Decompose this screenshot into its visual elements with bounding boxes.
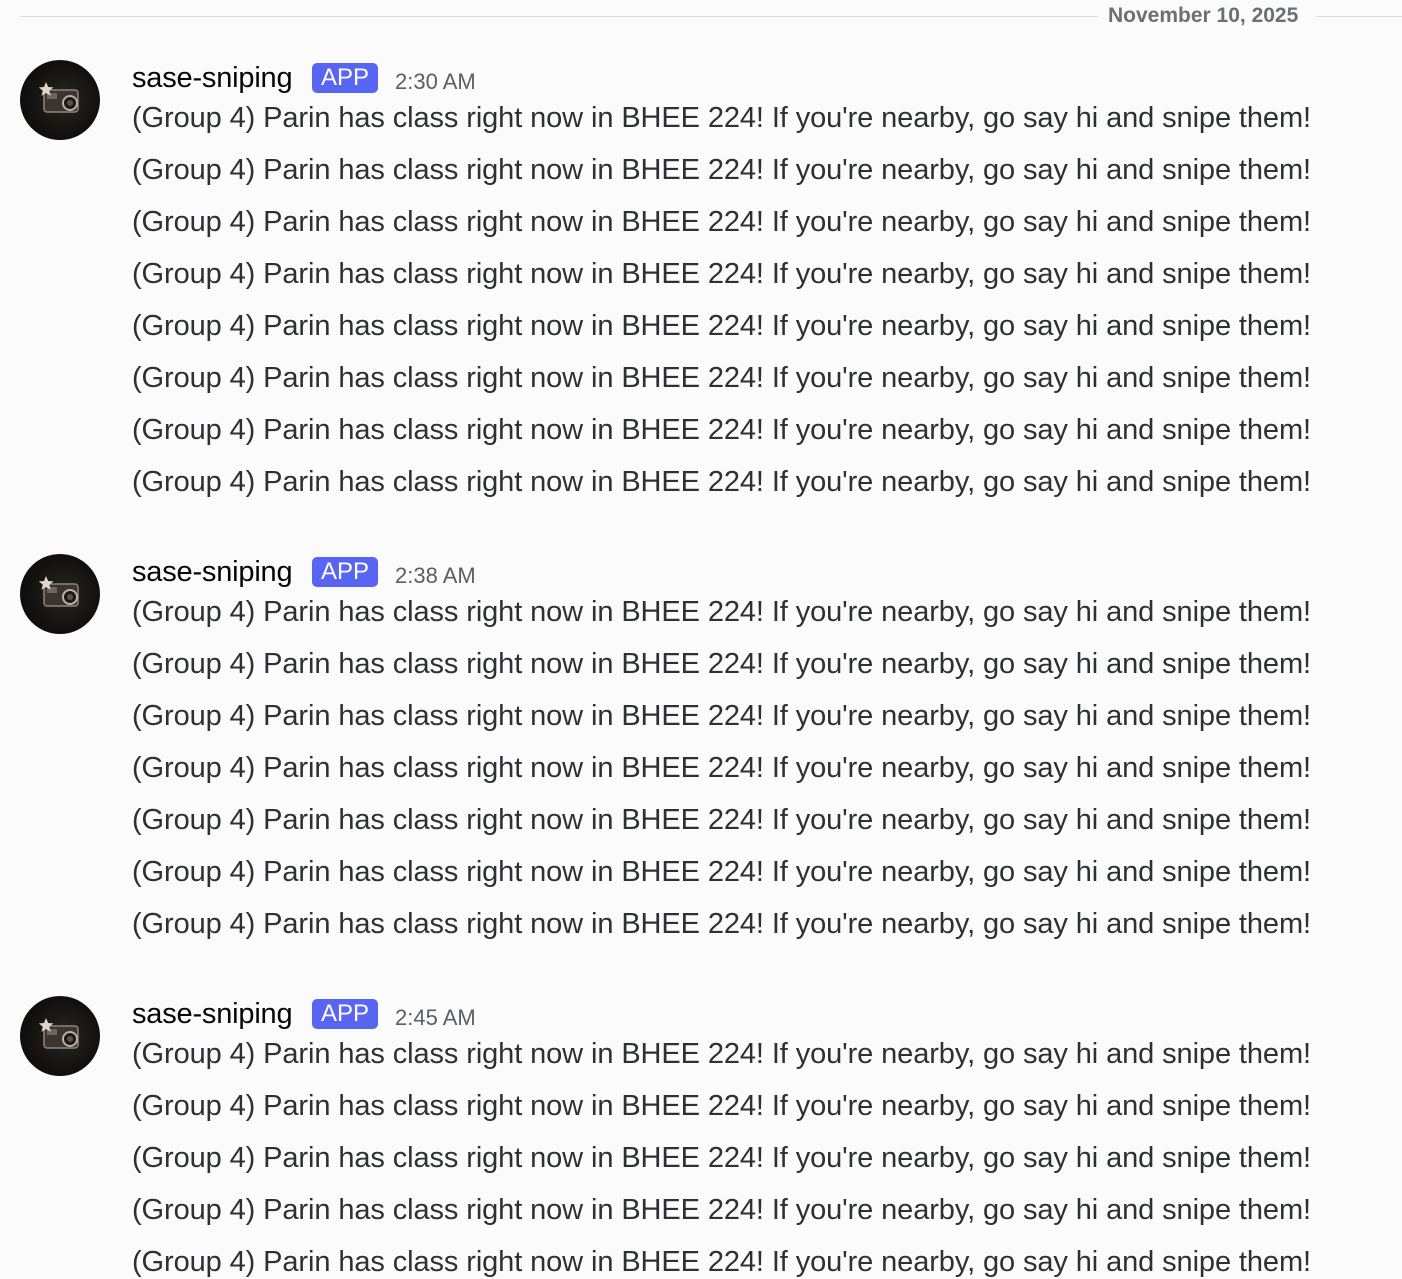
message-line[interactable]: (Group 4) Parin has class right now in B… bbox=[132, 752, 1311, 785]
message-line[interactable]: (Group 4) Parin has class right now in B… bbox=[132, 1142, 1311, 1175]
message-line[interactable]: (Group 4) Parin has class right now in B… bbox=[132, 414, 1311, 447]
message-line[interactable]: (Group 4) Parin has class right now in B… bbox=[132, 804, 1311, 837]
message-line[interactable]: (Group 4) Parin has class right now in B… bbox=[132, 310, 1311, 343]
avatar[interactable] bbox=[20, 996, 100, 1076]
message-line[interactable]: (Group 4) Parin has class right now in B… bbox=[132, 362, 1311, 395]
message-line[interactable]: (Group 4) Parin has class right now in B… bbox=[132, 1246, 1311, 1279]
message-line[interactable]: (Group 4) Parin has class right now in B… bbox=[132, 596, 1311, 629]
camera-icon bbox=[38, 82, 79, 113]
username[interactable]: sase-sniping bbox=[132, 998, 293, 1031]
avatar[interactable] bbox=[20, 60, 100, 140]
camera-icon bbox=[38, 576, 79, 607]
message-line[interactable]: (Group 4) Parin has class right now in B… bbox=[132, 1194, 1311, 1227]
timestamp[interactable]: 2:45 AM bbox=[395, 1005, 476, 1031]
message-line[interactable]: (Group 4) Parin has class right now in B… bbox=[132, 908, 1311, 941]
message-line[interactable]: (Group 4) Parin has class right now in B… bbox=[132, 466, 1311, 499]
message-line[interactable]: (Group 4) Parin has class right now in B… bbox=[132, 700, 1311, 733]
message-line[interactable]: (Group 4) Parin has class right now in B… bbox=[132, 258, 1311, 291]
date-divider-label: November 10, 2025 bbox=[1108, 4, 1299, 27]
avatar[interactable] bbox=[20, 554, 100, 634]
divider-line bbox=[20, 16, 1098, 17]
divider-line bbox=[1316, 16, 1402, 17]
message-line[interactable]: (Group 4) Parin has class right now in B… bbox=[132, 648, 1311, 681]
app-badge: APP bbox=[312, 557, 379, 587]
camera-icon bbox=[38, 1018, 79, 1049]
timestamp[interactable]: 2:38 AM bbox=[395, 563, 476, 589]
message-line[interactable]: (Group 4) Parin has class right now in B… bbox=[132, 154, 1311, 187]
app-badge: APP bbox=[312, 63, 379, 93]
timestamp[interactable]: 2:30 AM bbox=[395, 69, 476, 95]
username[interactable]: sase-sniping bbox=[132, 556, 293, 589]
message-line[interactable]: (Group 4) Parin has class right now in B… bbox=[132, 1038, 1311, 1071]
message-line[interactable]: (Group 4) Parin has class right now in B… bbox=[132, 206, 1311, 239]
app-badge: APP bbox=[312, 999, 379, 1029]
date-divider: November 10, 2025 bbox=[20, 0, 1402, 34]
username[interactable]: sase-sniping bbox=[132, 62, 293, 95]
message-line[interactable]: (Group 4) Parin has class right now in B… bbox=[132, 856, 1311, 889]
message-line[interactable]: (Group 4) Parin has class right now in B… bbox=[132, 102, 1311, 135]
message-line[interactable]: (Group 4) Parin has class right now in B… bbox=[132, 1090, 1311, 1123]
